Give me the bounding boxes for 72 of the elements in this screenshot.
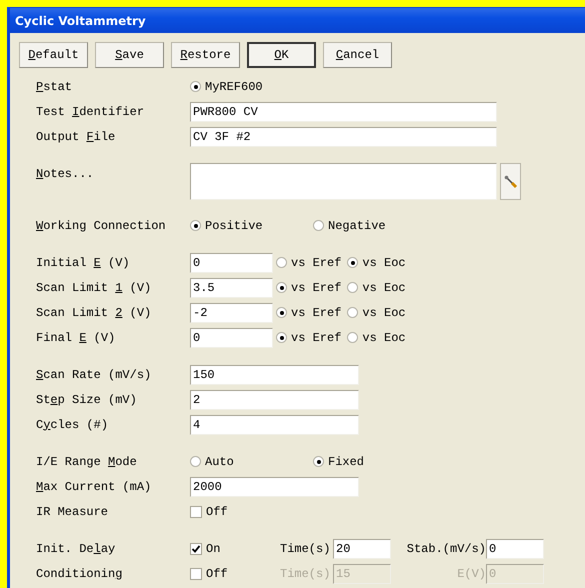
checkbox[interactable] (190, 542, 202, 554)
radio-button[interactable] (347, 282, 358, 293)
radio-option[interactable]: MyREF600 (190, 80, 307, 94)
field-label: E(V) (456, 566, 486, 580)
radio-option[interactable]: Auto (190, 454, 307, 468)
field-label: I/E Range Mode (35, 454, 138, 468)
checkbox-option[interactable]: Off (190, 504, 274, 518)
text-field[interactable]: 2000 (190, 476, 359, 496)
text-field[interactable]: 20 (333, 538, 391, 558)
field-label: Scan Limit 1 (V) (35, 280, 152, 294)
dialog-button[interactable]: OK (247, 42, 316, 68)
dialog-button[interactable]: Save (95, 42, 164, 68)
field-label: IR Measure (35, 504, 110, 518)
radio-option[interactable]: vs Eoc (347, 280, 406, 294)
radio-option[interactable]: vs Eoc (347, 256, 406, 270)
radio-button[interactable] (313, 220, 324, 231)
field-label: Working Connection (35, 218, 167, 232)
radio-option[interactable]: vs Eoc (347, 306, 406, 320)
radio-button[interactable] (190, 220, 201, 231)
radio-button[interactable] (276, 332, 287, 343)
dialog-button[interactable]: Default (19, 42, 88, 68)
text-field[interactable]: PWR800 CV (190, 102, 497, 122)
radio-option[interactable]: vs Eoc (347, 330, 406, 344)
radio-button[interactable] (276, 257, 287, 268)
radio-option[interactable]: vs Eref (276, 280, 342, 294)
field-label: Time(s) (280, 542, 332, 556)
field-label: Scan Rate (mV/s) (35, 368, 152, 382)
radio-button[interactable] (190, 81, 201, 92)
text-field[interactable]: 0 (190, 328, 273, 348)
radio-option[interactable]: vs Eref (276, 256, 342, 270)
dialog-button[interactable]: Cancel (323, 42, 392, 68)
field-label: Time(s) (280, 566, 332, 580)
text-field[interactable]: -2 (190, 302, 273, 322)
field-label: Initial E (V) (35, 256, 131, 270)
text-field[interactable]: 4 (190, 414, 359, 434)
field-label: Init. Delay (35, 542, 116, 556)
window-title: Cyclic Voltammetry (15, 14, 146, 28)
field-label: Pstat (35, 80, 74, 94)
field-label: Scan Limit 2 (V) (35, 306, 152, 320)
field-label: Conditioning (35, 566, 124, 580)
radio-button[interactable] (276, 307, 287, 318)
field-label: Output File (35, 130, 116, 144)
radio-option[interactable]: vs Eref (276, 330, 342, 344)
text-field[interactable]: CV 3F #2 (190, 126, 497, 146)
text-field[interactable]: 2 (190, 390, 359, 410)
radio-option[interactable]: Negative (313, 218, 430, 232)
wrench-icon (504, 174, 518, 188)
radio-button[interactable] (347, 257, 358, 268)
field-label: Test Identifier (35, 104, 146, 118)
text-field[interactable]: 0 (190, 252, 273, 272)
field-label: Notes... (35, 166, 95, 181)
field-label: Max Current (mA) (35, 480, 152, 494)
radio-button[interactable] (347, 332, 358, 343)
checkbox[interactable] (190, 506, 202, 518)
radio-button[interactable] (313, 456, 324, 467)
edit-button[interactable] (500, 163, 521, 200)
checkbox-option[interactable]: On (190, 542, 274, 556)
dialog-button[interactable]: Restore (171, 42, 240, 68)
text-field[interactable]: 0 (486, 538, 544, 558)
radio-option[interactable]: Positive (190, 218, 307, 232)
notes-field[interactable] (190, 163, 497, 200)
field-label: Step Size (mV) (35, 392, 138, 406)
text-field[interactable]: 3.5 (190, 278, 273, 298)
field-label: Cycles (#) (35, 418, 110, 432)
text-field[interactable]: 150 (190, 364, 359, 384)
radio-button[interactable] (347, 307, 358, 318)
radio-button[interactable] (276, 282, 287, 293)
radio-option[interactable]: Fixed (313, 454, 430, 468)
field-label: Stab.(mV/s) (406, 542, 486, 556)
field-label: Final E (V) (35, 330, 116, 344)
radio-option[interactable]: vs Eref (276, 306, 342, 320)
radio-button[interactable] (190, 456, 201, 467)
